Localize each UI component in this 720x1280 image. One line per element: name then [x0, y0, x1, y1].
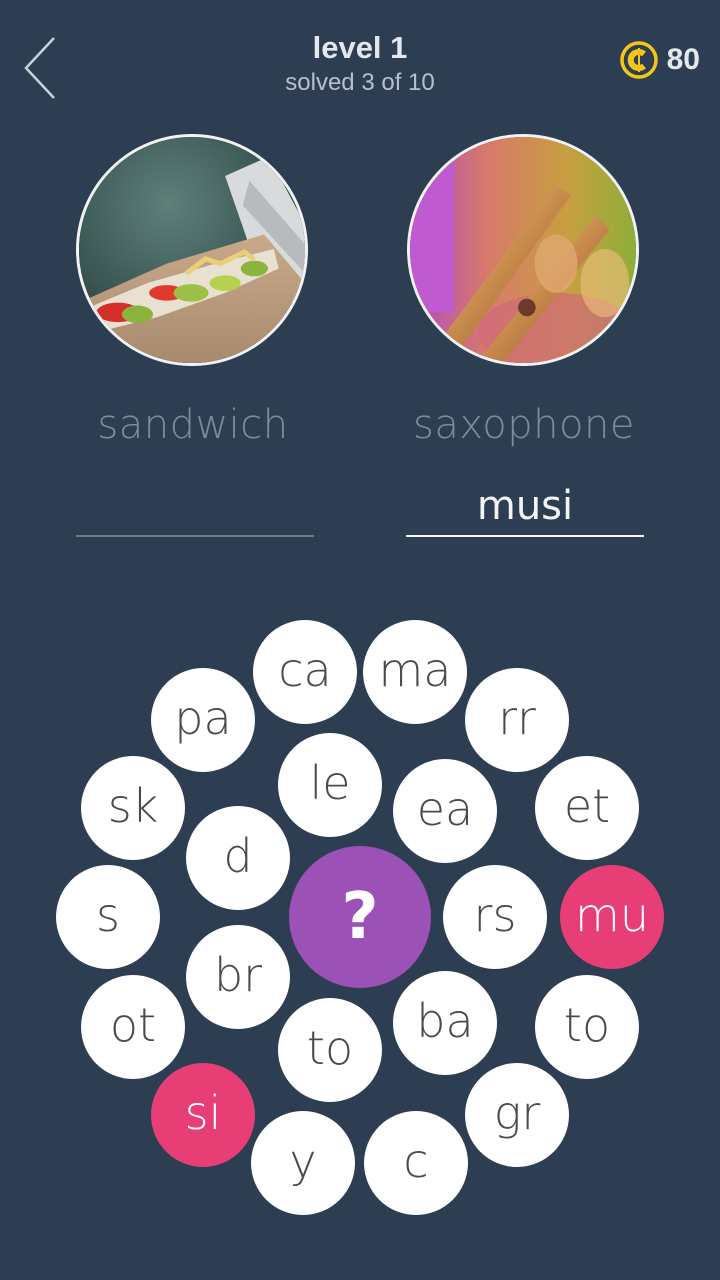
- saxophone-photo: [407, 134, 639, 366]
- answer-underline-sandwich: [76, 535, 314, 537]
- answer-field-saxophone[interactable]: musi: [406, 482, 644, 530]
- sandwich-photo: [76, 134, 308, 366]
- coin-icon: [619, 41, 658, 79]
- coin-balance[interactable]: 80: [619, 40, 700, 80]
- tile[interactable]: s: [56, 865, 160, 969]
- tile[interactable]: gr: [465, 1063, 569, 1167]
- clue-word-saxophone: saxophone: [413, 402, 635, 448]
- tile[interactable]: pa: [151, 668, 255, 772]
- tile[interactable]: le: [278, 733, 382, 837]
- tile[interactable]: ca: [253, 620, 357, 724]
- tile[interactable]: ot: [81, 975, 185, 1079]
- tile[interactable]: c: [364, 1111, 468, 1215]
- tile[interactable]: to: [278, 998, 382, 1102]
- tile[interactable]: ea: [393, 759, 497, 863]
- tile-selected[interactable]: mu: [560, 865, 664, 969]
- coin-count: 80: [666, 43, 700, 76]
- tile[interactable]: d: [186, 806, 290, 910]
- tile[interactable]: br: [186, 925, 290, 1029]
- clue-word-sandwich: sandwich: [97, 402, 289, 448]
- level-progress: solved 3 of 10: [285, 69, 435, 96]
- level-title: level 1: [312, 30, 408, 65]
- answer-underline-saxophone: [406, 535, 644, 537]
- tile[interactable]: sk: [81, 756, 185, 860]
- tile[interactable]: et: [535, 756, 639, 860]
- question-mark-icon: ?: [341, 880, 379, 954]
- tile[interactable]: rr: [465, 668, 569, 772]
- hint-button[interactable]: ?: [289, 846, 431, 988]
- tile-selected[interactable]: si: [151, 1063, 255, 1167]
- tile[interactable]: to: [535, 975, 639, 1079]
- tile[interactable]: ba: [393, 971, 497, 1075]
- tile[interactable]: y: [251, 1111, 355, 1215]
- tile[interactable]: rs: [443, 865, 547, 969]
- tile[interactable]: ma: [363, 620, 467, 724]
